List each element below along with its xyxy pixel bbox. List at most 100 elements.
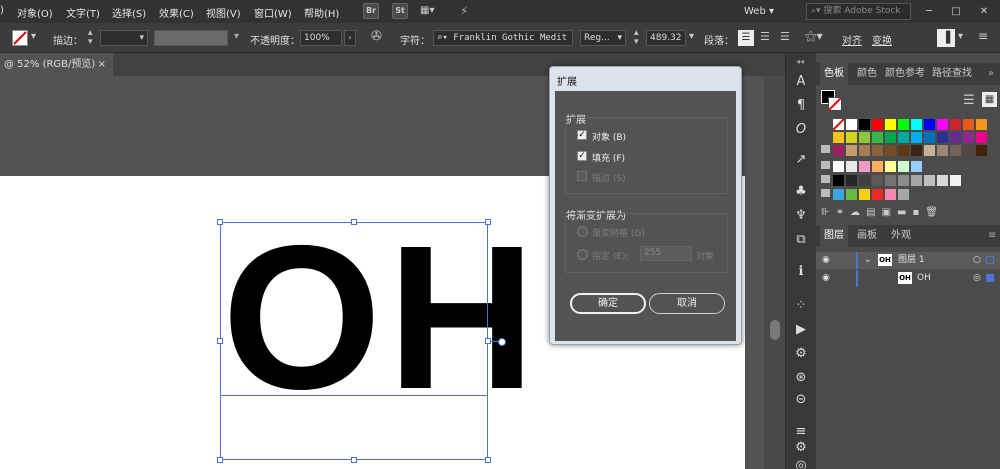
show-kinds-icon[interactable]: ▤ <box>866 207 881 218</box>
links-icon[interactable]: ⊝ <box>792 391 810 409</box>
font-size-field[interactable]: 489.32 <box>646 30 686 46</box>
swatch[interactable] <box>950 119 961 130</box>
tab-color[interactable]: 颜色 <box>857 63 877 85</box>
chevron-down-icon[interactable]: ▾ <box>689 31 694 42</box>
swatch[interactable] <box>885 132 896 143</box>
resize-handle-top[interactable] <box>351 219 357 225</box>
swatch[interactable] <box>859 189 870 200</box>
swatch[interactable] <box>833 145 844 156</box>
actions-icon[interactable]: ▶ <box>792 321 810 339</box>
swatch[interactable] <box>833 175 844 186</box>
swatch[interactable] <box>937 145 948 156</box>
swatch[interactable] <box>937 132 948 143</box>
asset-export-icon[interactable]: ⧉ <box>792 231 810 249</box>
object-checkbox[interactable]: ✓ <box>577 130 587 140</box>
selection-indicator[interactable] <box>986 256 994 264</box>
recolor-artwork-icon[interactable]: ✇ <box>371 29 382 44</box>
menu-view[interactable]: 视图(V) <box>206 5 241 20</box>
swatch[interactable] <box>976 132 987 143</box>
stroke-stepper-icon[interactable]: ▴ ▾ <box>88 29 93 47</box>
workspace-switcher[interactable]: Web ▾ <box>744 3 802 20</box>
align-right-icon[interactable]: ☰ <box>780 30 790 43</box>
swatch[interactable] <box>872 145 883 156</box>
swatch[interactable] <box>911 119 922 130</box>
swatch[interactable] <box>898 119 909 130</box>
font-family-field[interactable]: ⌕▾ Franklin Gothic Medit <box>433 30 573 46</box>
swatch[interactable] <box>872 119 883 130</box>
layer-name[interactable]: 图层 1 <box>898 252 925 269</box>
resize-handle-right[interactable] <box>485 338 491 344</box>
selection-indicator[interactable] <box>986 274 994 282</box>
swatch[interactable] <box>859 161 870 172</box>
cc-libraries-icon[interactable]: ⊛ <box>792 369 810 387</box>
swatch[interactable] <box>937 175 948 186</box>
swatch[interactable] <box>911 175 922 186</box>
search-stock-input[interactable]: ⌕▾ 搜索 Adobe Stock <box>806 3 911 20</box>
ok-button[interactable]: 确定 <box>570 293 646 314</box>
pasteboard-right[interactable] <box>745 176 764 469</box>
gpu-performance-icon[interactable]: ⚡ <box>460 4 478 19</box>
swatch[interactable] <box>963 132 974 143</box>
variable-width-profile[interactable] <box>154 30 228 46</box>
swatch[interactable] <box>833 189 844 200</box>
menu-effect[interactable]: 效果(C) <box>159 5 194 20</box>
fill-checkbox[interactable]: ✓ <box>577 151 587 161</box>
opacity-slider-button[interactable]: › <box>344 30 356 46</box>
tab-swatches[interactable]: 色板 <box>820 63 848 85</box>
color-group-folder-icon[interactable] <box>821 175 830 183</box>
swatch[interactable] <box>950 132 961 143</box>
resize-handle-left[interactable] <box>217 338 223 344</box>
swatch[interactable] <box>846 161 857 172</box>
eye-icon[interactable]: ◉ <box>822 252 830 269</box>
align-left-icon[interactable]: ☰ <box>738 30 754 46</box>
swatch[interactable] <box>924 132 935 143</box>
maximize-button[interactable]: □ <box>944 3 968 20</box>
swatch[interactable] <box>846 145 857 156</box>
color-group-folder-icon[interactable] <box>821 161 830 169</box>
symbols-icon[interactable]: ♣ <box>792 183 810 201</box>
swatch[interactable] <box>833 132 844 143</box>
menu-help[interactable]: 帮助(H) <box>304 5 339 20</box>
opentype-panel-icon[interactable]: O <box>792 121 810 139</box>
menu-select[interactable]: 选择(S) <box>112 5 146 20</box>
swatch[interactable] <box>885 175 896 186</box>
swatch[interactable] <box>846 189 857 200</box>
cc-library-icon[interactable]: ☁ <box>850 207 866 218</box>
panel-menu-icon[interactable]: ≡ <box>978 29 988 43</box>
swatch[interactable] <box>885 145 896 156</box>
swatch-tools-icon[interactable]: ⚭ <box>836 207 850 218</box>
chevron-down-icon[interactable]: ▾ <box>958 31 963 42</box>
resize-handle-bottom[interactable] <box>351 457 357 463</box>
chevron-down-icon[interactable]: ▾ <box>31 31 36 42</box>
swatch[interactable] <box>898 145 909 156</box>
swatch[interactable] <box>885 161 896 172</box>
align-link[interactable]: 对齐 <box>842 32 862 47</box>
appearance-settings-icon[interactable]: ⚙ <box>792 345 810 363</box>
minimize-button[interactable]: ─ <box>917 3 941 20</box>
transform-panel-icon[interactable]: ⁘ <box>792 297 810 315</box>
tab-appearance[interactable]: 外观 <box>891 225 911 247</box>
tab-color-guide[interactable]: 颜色参考 <box>885 63 925 85</box>
swatch[interactable] <box>859 145 870 156</box>
brushes-icon[interactable]: ♆ <box>792 207 810 225</box>
swatch[interactable] <box>846 175 857 186</box>
gradient-mesh-radio[interactable] <box>577 226 588 237</box>
vertical-scrollbar[interactable] <box>764 76 785 469</box>
grid-view-icon[interactable]: ▦ <box>982 92 997 107</box>
scrollbar-thumb[interactable] <box>770 320 780 340</box>
swatch[interactable] <box>872 189 883 200</box>
paragraph-panel-icon[interactable]: ¶ <box>792 97 810 115</box>
swatch[interactable] <box>859 119 870 130</box>
envelope-warp-icon[interactable]: ⚝▾ <box>805 29 823 44</box>
swatch[interactable] <box>833 161 844 172</box>
menu-type[interactable]: 文字(T) <box>66 5 100 20</box>
menu-object[interactable]: 对象(O) <box>17 5 53 20</box>
panel-menu-icon[interactable]: ≡ <box>988 225 996 247</box>
transform-link[interactable]: 变换 <box>872 32 892 47</box>
target-icon[interactable]: ○ <box>973 252 981 269</box>
opacity-field[interactable]: 100% <box>300 30 342 46</box>
chevron-down-icon[interactable]: ⌄ <box>864 252 872 269</box>
swatch[interactable] <box>859 175 870 186</box>
swatch[interactable] <box>963 145 974 156</box>
swatch[interactable] <box>924 175 935 186</box>
